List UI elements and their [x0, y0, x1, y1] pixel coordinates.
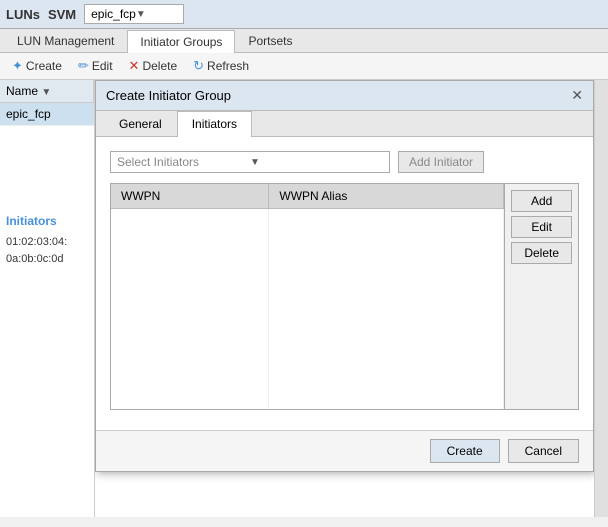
delete-button[interactable]: ✕ Delete — [123, 56, 184, 76]
dialog-close-button[interactable]: ✕ — [571, 87, 583, 104]
refresh-label: Refresh — [207, 59, 249, 73]
delete-icon: ✕ — [129, 58, 140, 74]
side-buttons: Add Edit Delete — [504, 184, 578, 409]
dialog-title-text: Create Initiator Group — [106, 88, 231, 103]
svm-label: SVM — [48, 7, 76, 22]
sidebar-initiators-title: Initiators — [6, 214, 88, 228]
wwpn-table-body — [111, 209, 504, 409]
dialog-tabs: General Initiators — [96, 111, 593, 137]
initiator-line2: 0a:0b:0c:0d — [6, 251, 88, 268]
select-initiators-placeholder: Select Initiators — [117, 155, 250, 169]
select-initiators-row: Select Initiators ▼ Add Initiator — [110, 151, 579, 173]
scrollbar[interactable] — [594, 80, 608, 517]
sidebar-content: Initiators 01:02:03:04: 0a:0b:0c:0d — [0, 206, 94, 275]
sidebar: Name ▼ epic_fcp Initiators 01:02:03:04: … — [0, 80, 95, 517]
wwpn-alias-col-header: WWPN Alias — [269, 184, 504, 209]
wwpn-empty-cell — [111, 209, 269, 409]
svm-dropdown-arrow: ▼ — [136, 9, 177, 20]
wwpn-alias-empty-cell — [269, 209, 504, 409]
add-initiator-button[interactable]: Add Initiator — [398, 151, 484, 173]
row-name-value: epic_fcp — [6, 107, 51, 121]
dialog-overlay: Create Initiator Group ✕ General Initiat… — [95, 80, 594, 517]
dialog-tab-general[interactable]: General — [104, 111, 177, 136]
tab-initiator-groups[interactable]: Initiator Groups — [127, 30, 235, 53]
toolbar: ✦ Create ✏ Edit ✕ Delete ↻ Refresh — [0, 53, 608, 80]
delete-label: Delete — [142, 59, 177, 73]
dialog-tab-initiators[interactable]: Initiators — [177, 111, 252, 137]
wwpn-table: WWPN WWPN Alias — [111, 184, 504, 409]
initiator-line1: 01:02:03:04: — [6, 234, 88, 251]
add-button[interactable]: Add — [511, 190, 572, 212]
refresh-icon: ↻ — [193, 58, 204, 74]
edit-icon: ✏ — [78, 58, 89, 74]
edit-button[interactable]: ✏ Edit — [72, 56, 119, 76]
luns-label: LUNs — [6, 7, 40, 22]
svm-dropdown-value: epic_fcp — [91, 7, 136, 21]
tab-lun-management[interactable]: LUN Management — [4, 29, 127, 52]
select-initiators-dropdown[interactable]: Select Initiators ▼ — [110, 151, 390, 173]
dialog-cancel-button[interactable]: Cancel — [508, 439, 579, 463]
edit-wwpn-button[interactable]: Edit — [511, 216, 572, 238]
refresh-button[interactable]: ↻ Refresh — [187, 56, 255, 76]
delete-wwpn-button[interactable]: Delete — [511, 242, 572, 264]
wwpn-col-header: WWPN — [111, 184, 269, 209]
dialog-title-bar: Create Initiator Group ✕ — [96, 81, 593, 111]
dialog-body: Select Initiators ▼ Add Initiator WWPN W… — [96, 137, 593, 430]
create-icon: ✦ — [12, 58, 23, 74]
create-initiator-group-dialog: Create Initiator Group ✕ General Initiat… — [95, 80, 594, 472]
select-dropdown-arrow: ▼ — [250, 157, 383, 168]
edit-label: Edit — [92, 59, 113, 73]
svm-dropdown[interactable]: epic_fcp ▼ — [84, 4, 184, 24]
dialog-footer: Create Cancel — [96, 430, 593, 471]
create-button[interactable]: ✦ Create — [6, 56, 68, 76]
top-bar: LUNs SVM epic_fcp ▼ — [0, 0, 608, 29]
create-label: Create — [26, 59, 62, 73]
main-area: Name ▼ epic_fcp Initiators 01:02:03:04: … — [0, 80, 608, 517]
table-area: Name ▼ Type ▼ Operating System ▼ Portset… — [95, 80, 594, 517]
name-column-header: Name — [6, 84, 38, 98]
dialog-create-button[interactable]: Create — [430, 439, 500, 463]
inner-table-container: WWPN WWPN Alias — [110, 183, 579, 410]
tab-nav: LUN Management Initiator Groups Portsets — [0, 29, 608, 53]
tab-portsets[interactable]: Portsets — [235, 29, 305, 52]
